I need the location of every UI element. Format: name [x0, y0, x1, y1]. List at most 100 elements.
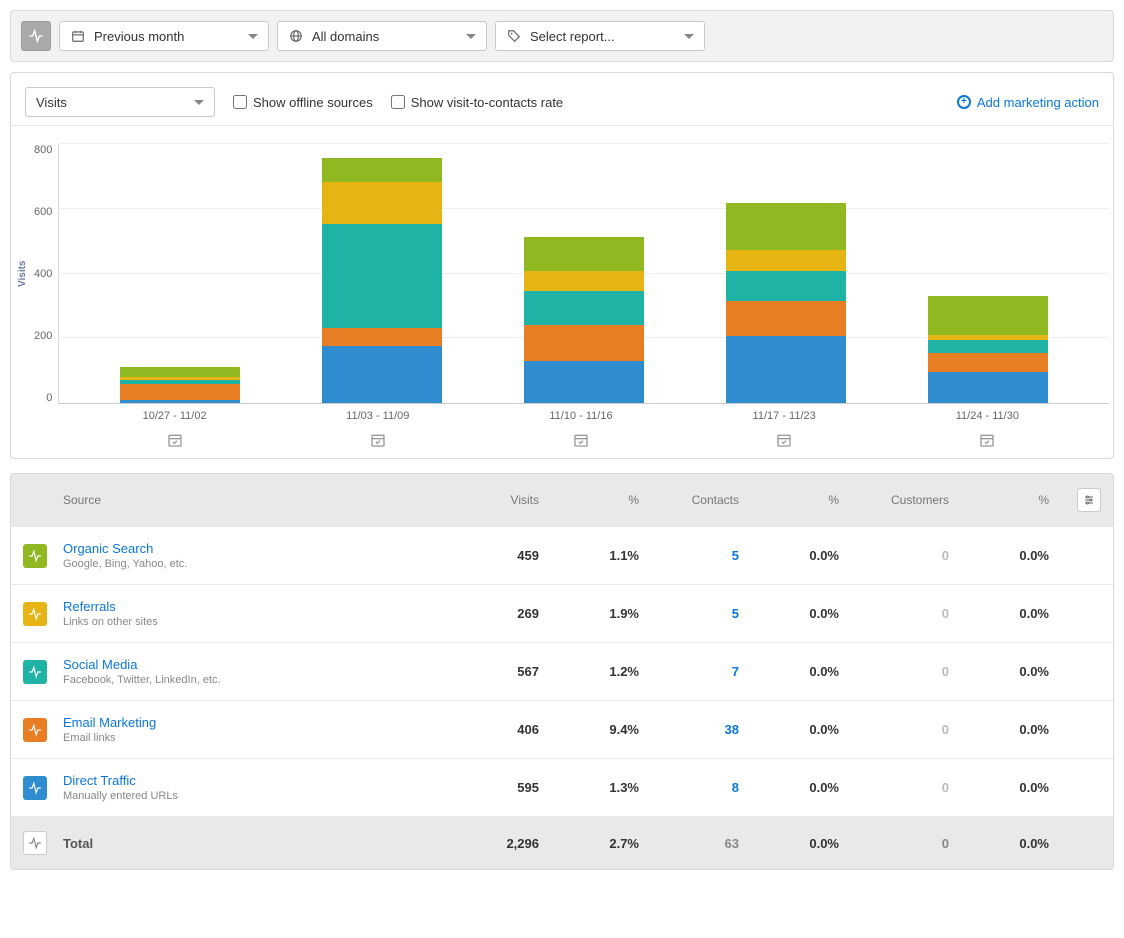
chevron-down-icon — [248, 34, 258, 39]
bar-segment[interactable] — [726, 271, 846, 300]
source-name-link[interactable]: Organic Search — [63, 541, 457, 556]
bar-segment[interactable] — [524, 291, 644, 325]
bar-segment[interactable] — [322, 158, 442, 182]
y-tick: 200 — [34, 330, 52, 342]
cell-contacts-link[interactable]: 8 — [657, 780, 757, 795]
total-visits: 2,296 — [457, 836, 557, 851]
bar-segment[interactable] — [726, 203, 846, 250]
y-tick: 400 — [34, 268, 52, 280]
show-offline-label: Show offline sources — [253, 95, 373, 110]
header-contacts[interactable]: Contacts — [657, 493, 757, 507]
x-tick: 11/17 - 11/23 — [724, 410, 844, 422]
metric-select[interactable]: Visits — [25, 87, 215, 117]
bar-segment[interactable] — [928, 372, 1048, 403]
bar-segment[interactable] — [120, 367, 240, 377]
bar-segment[interactable] — [928, 340, 1048, 353]
annotation-marker[interactable] — [521, 432, 641, 448]
add-marketing-action-link[interactable]: + Add marketing action — [957, 95, 1099, 110]
header-customers[interactable]: Customers — [857, 493, 967, 507]
annotation-marker[interactable] — [115, 432, 235, 448]
bar-segment[interactable] — [322, 328, 442, 346]
header-visits-pct[interactable]: % — [557, 493, 657, 507]
cell-contacts-link[interactable]: 5 — [657, 548, 757, 563]
calendar-check-icon — [573, 432, 589, 448]
bar-segment[interactable] — [524, 325, 644, 361]
bar-segment[interactable] — [928, 296, 1048, 335]
cell-visits-pct: 1.3% — [557, 780, 657, 795]
cell-visits: 595 — [457, 780, 557, 795]
cell-contacts-link[interactable]: 5 — [657, 606, 757, 621]
report-select[interactable]: Select report... — [495, 21, 705, 51]
chevron-down-icon — [684, 34, 694, 39]
show-conversion-checkbox[interactable]: Show visit-to-contacts rate — [391, 95, 563, 110]
bar-segment[interactable] — [322, 182, 442, 224]
show-conversion-label: Show visit-to-contacts rate — [411, 95, 563, 110]
bar-segment[interactable] — [524, 271, 644, 291]
chart-plot[interactable] — [58, 144, 1109, 404]
annotation-marker[interactable] — [927, 432, 1047, 448]
source-name-link[interactable]: Email Marketing — [63, 715, 457, 730]
pulse-icon — [28, 28, 44, 44]
chart-bar[interactable] — [524, 237, 644, 403]
cell-contacts-pct: 0.0% — [757, 722, 857, 737]
calendar-check-icon — [370, 432, 386, 448]
header-source[interactable]: Source — [63, 493, 457, 507]
report-label: Select report... — [530, 29, 676, 44]
cell-customers-pct: 0.0% — [967, 664, 1067, 679]
calendar-icon — [70, 28, 86, 44]
cell-customers-pct: 0.0% — [967, 780, 1067, 795]
calendar-check-icon — [167, 432, 183, 448]
domain-select[interactable]: All domains — [277, 21, 487, 51]
bar-segment[interactable] — [726, 250, 846, 271]
cell-contacts-link[interactable]: 7 — [657, 664, 757, 679]
calendar-check-icon — [776, 432, 792, 448]
sliders-icon — [1083, 494, 1095, 506]
tag-icon — [506, 28, 522, 44]
x-tick: 11/10 - 11/16 — [521, 410, 641, 422]
y-tick: 600 — [34, 206, 52, 218]
source-name-link[interactable]: Referrals — [63, 599, 457, 614]
y-tick: 800 — [34, 144, 52, 156]
source-name-link[interactable]: Direct Traffic — [63, 773, 457, 788]
cell-contacts-pct: 0.0% — [757, 780, 857, 795]
bar-segment[interactable] — [726, 301, 846, 337]
chart-bar[interactable] — [120, 367, 240, 403]
annotation-marker[interactable] — [318, 432, 438, 448]
date-range-select[interactable]: Previous month — [59, 21, 269, 51]
bar-segment[interactable] — [322, 224, 442, 328]
annotation-marker[interactable] — [724, 432, 844, 448]
header-customers-pct[interactable]: % — [967, 493, 1067, 507]
show-offline-checkbox[interactable]: Show offline sources — [233, 95, 373, 110]
chart-bar[interactable] — [928, 296, 1048, 403]
bar-segment[interactable] — [120, 400, 240, 403]
source-subtitle: Links on other sites — [63, 616, 457, 628]
table-header: Source Visits % Contacts % Customers % — [11, 474, 1113, 526]
show-conversion-input[interactable] — [391, 95, 405, 109]
table-total-row: Total 2,296 2.7% 63 0.0% 0 0.0% — [11, 816, 1113, 869]
pulse-icon-button[interactable] — [21, 21, 51, 51]
source-subtitle: Facebook, Twitter, LinkedIn, etc. — [63, 674, 457, 686]
bar-segment[interactable] — [524, 237, 644, 271]
show-offline-input[interactable] — [233, 95, 247, 109]
bar-segment[interactable] — [726, 336, 846, 403]
header-contacts-pct[interactable]: % — [757, 493, 857, 507]
cell-contacts-link[interactable]: 38 — [657, 722, 757, 737]
cell-customers: 0 — [857, 606, 967, 621]
bar-segment[interactable] — [322, 346, 442, 403]
chart-bar[interactable] — [322, 158, 442, 403]
cell-customers: 0 — [857, 722, 967, 737]
domain-label: All domains — [312, 29, 458, 44]
table-settings-button[interactable] — [1077, 488, 1101, 512]
table-row: Social Media Facebook, Twitter, LinkedIn,… — [11, 642, 1113, 700]
bar-segment[interactable] — [524, 361, 644, 403]
cell-visits-pct: 1.1% — [557, 548, 657, 563]
bar-segment[interactable] — [120, 384, 240, 400]
bar-segment[interactable] — [928, 353, 1048, 373]
header-visits[interactable]: Visits — [457, 493, 557, 507]
x-tick: 11/24 - 11/30 — [927, 410, 1047, 422]
cell-visits: 406 — [457, 722, 557, 737]
chart-bar[interactable] — [726, 203, 846, 403]
table-row: Direct TrafficManually entered URLs5951.… — [11, 758, 1113, 816]
source-name-link[interactable]: Social Media — [63, 657, 457, 672]
table-row: Email MarketingEmail links4069.4%380.0%0… — [11, 700, 1113, 758]
